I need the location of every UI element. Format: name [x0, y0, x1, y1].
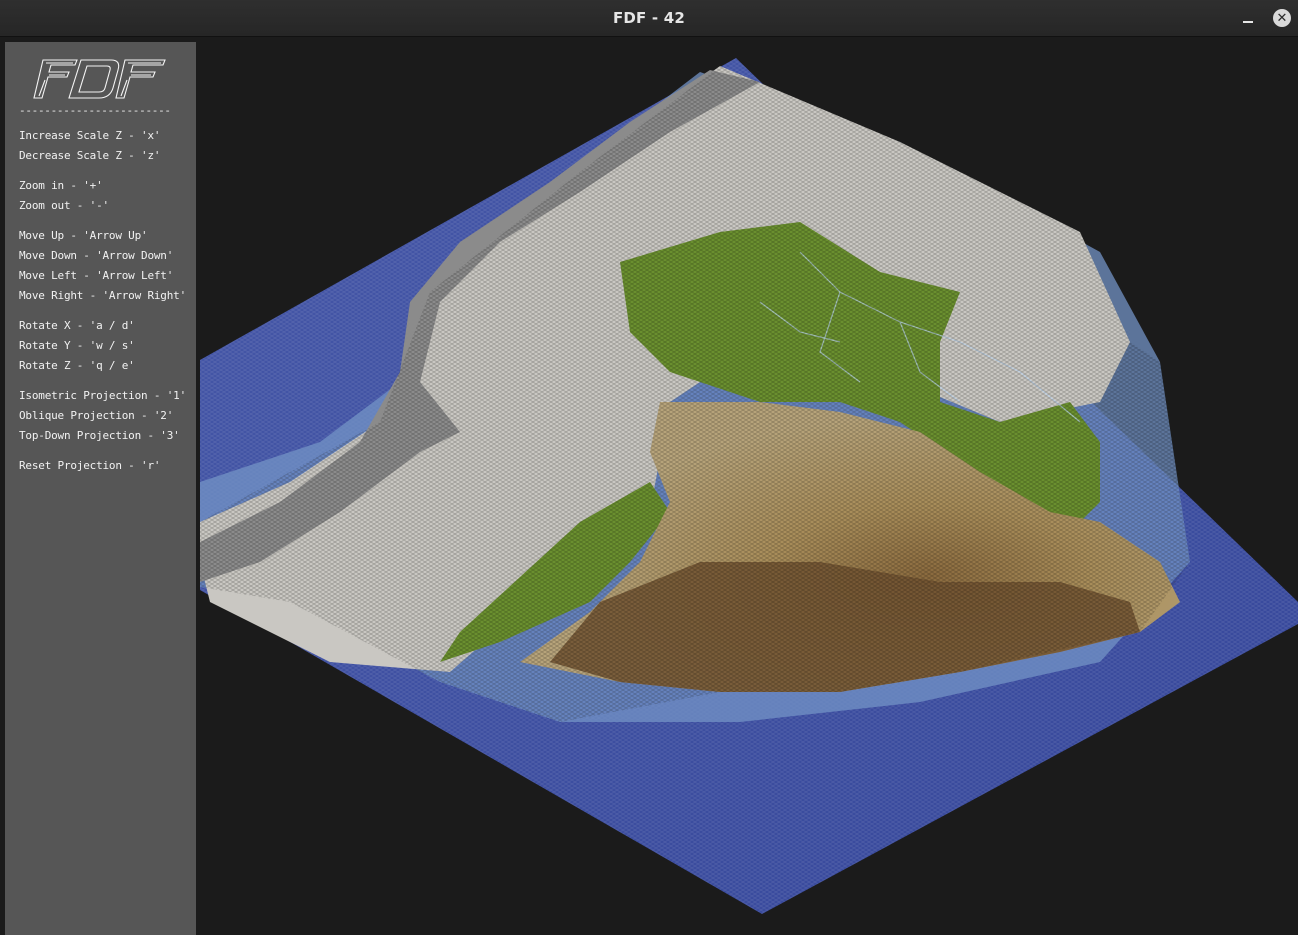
window-body: ------------------------ Increase Scale …: [0, 37, 1298, 935]
controls-sidebar: ------------------------ Increase Scale …: [5, 42, 196, 935]
control-rotate-y: Rotate Y - 'w / s': [19, 339, 135, 352]
control-move-right: Move Right - 'Arrow Right': [19, 289, 186, 302]
control-group-gap: [19, 446, 186, 456]
window-title: FDF - 42: [612, 9, 686, 27]
fdf-logo: [33, 59, 166, 99]
minimize-button[interactable]: [1238, 8, 1258, 28]
render-viewport[interactable]: [200, 42, 1298, 935]
close-button[interactable]: ✕: [1272, 8, 1292, 28]
control-group-gap: [19, 216, 186, 226]
wireframe-map[interactable]: [200, 42, 1298, 935]
minimize-icon: [1243, 21, 1253, 23]
control-isometric-projection: Isometric Projection - '1': [19, 389, 186, 402]
control-top-down-projection: Top-Down Projection - '3': [19, 429, 180, 442]
close-icon: ✕: [1273, 9, 1291, 27]
control-zoom-out: Zoom out - '-': [19, 199, 109, 212]
control-move-up: Move Up - 'Arrow Up': [19, 229, 148, 242]
control-zoom-in: Zoom in - '+': [19, 179, 103, 192]
sidebar-divider: ------------------------: [19, 104, 171, 117]
control-increase-scale-z: Increase Scale Z - 'x': [19, 129, 161, 142]
control-group-gap: [19, 166, 186, 176]
window-titlebar[interactable]: FDF - 42 ✕: [0, 0, 1298, 37]
control-group-gap: [19, 306, 186, 316]
control-move-left: Move Left - 'Arrow Left': [19, 269, 174, 282]
control-rotate-z: Rotate Z - 'q / e': [19, 359, 135, 372]
control-move-down: Move Down - 'Arrow Down': [19, 249, 174, 262]
controls-list: Increase Scale Z - 'x' Decrease Scale Z …: [19, 126, 186, 476]
control-group-gap: [19, 376, 186, 386]
control-rotate-x: Rotate X - 'a / d': [19, 319, 135, 332]
control-reset-projection: Reset Projection - 'r': [19, 459, 161, 472]
control-oblique-projection: Oblique Projection - '2': [19, 409, 174, 422]
control-decrease-scale-z: Decrease Scale Z - 'z': [19, 149, 161, 162]
